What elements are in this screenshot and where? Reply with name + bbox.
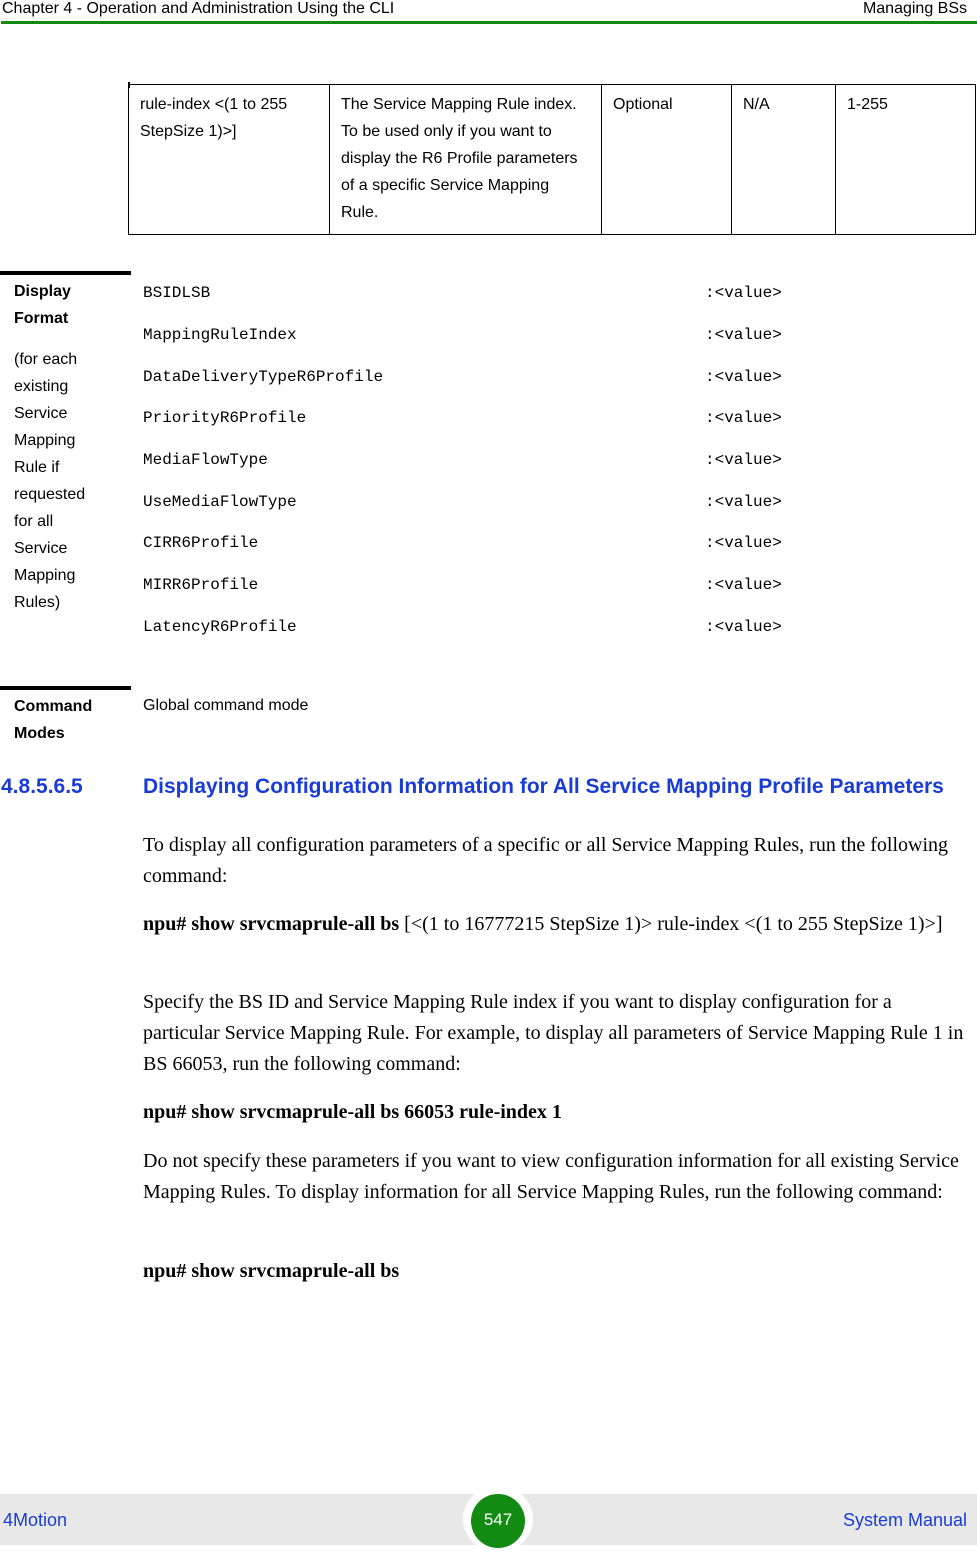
page-footer: 4Motion 547 System Manual	[0, 1486, 977, 1552]
parameter-table: rule-index <(1 to 255 StepSize 1)>] The …	[128, 84, 976, 235]
section-name: Managing BSs	[862, 0, 967, 17]
specify-paragraph: Specify the BS ID and Service Mapping Ru…	[143, 991, 964, 1075]
command-modes-heading: Command Modes	[14, 698, 93, 742]
command-syntax: npu# show srvcmaprule-all bs [<(1 to 167…	[143, 909, 973, 940]
field-name: BSIDLSB	[143, 284, 211, 302]
field-value: :<value>	[705, 284, 782, 302]
example-command-text: npu# show srvcmaprule-all bs 66053 rule-…	[143, 1101, 562, 1123]
field-value: :<value>	[705, 368, 782, 386]
field-value: :<value>	[705, 326, 782, 344]
product-name: 4Motion	[3, 1510, 68, 1530]
display-format-sublabel: (for each existing Service Mapping Rule …	[14, 351, 86, 611]
field-name: UseMediaFlowType	[143, 493, 297, 511]
field-value: :<value>	[705, 451, 782, 469]
do-not-specify-paragraph: Do not specify these parameters if you w…	[143, 1150, 959, 1203]
field-name: MIRR6Profile	[143, 576, 259, 594]
field-name: LatencyR6Profile	[143, 618, 297, 636]
field-value: :<value>	[705, 576, 782, 594]
param-name-cell: rule-index <(1 to 255 StepSize 1)>]	[128, 84, 330, 235]
param-range-cell: 1-255	[835, 84, 976, 235]
table-row: rule-index <(1 to 255 StepSize 1)>] The …	[128, 84, 976, 235]
command-syntax-bold: npu# show srvcmaprule-all bs	[143, 913, 400, 935]
field-name: CIRR6Profile	[143, 534, 259, 552]
field-name: MediaFlowType	[143, 451, 268, 469]
field-name: PriorityR6Profile	[143, 409, 307, 427]
display-format-heading: Display Format	[14, 283, 71, 327]
page-header: Chapter 4 - Operation and Administration…	[0, 0, 977, 24]
example-command: npu# show srvcmaprule-all bs 66053 rule-…	[143, 1097, 973, 1128]
field-value: :<value>	[705, 534, 782, 552]
section-title: Displaying Configuration Information for…	[143, 775, 944, 798]
field-name: MappingRuleIndex	[143, 326, 297, 344]
command-modes-divider	[0, 686, 131, 690]
section-number: 4.8.5.6.5	[1, 775, 83, 798]
all-command-text: npu# show srvcmaprule-all bs	[143, 1260, 400, 1282]
param-presence-cell: Optional	[601, 84, 732, 235]
chapter-title: Chapter 4 - Operation and Administration…	[2, 0, 395, 17]
intro-paragraph: To display all configuration parameters …	[143, 834, 949, 887]
field-value: :<value>	[705, 409, 782, 427]
field-name: DataDeliveryTypeR6Profile	[143, 368, 384, 386]
display-format-divider	[0, 271, 131, 275]
field-value: :<value>	[705, 618, 782, 636]
command-modes-value: Global command mode	[143, 697, 309, 714]
display-format-label: Display Format (for each existing Servic…	[14, 278, 124, 616]
all-command: npu# show srvcmaprule-all bs	[143, 1256, 973, 1287]
param-default-cell: N/A	[731, 84, 836, 235]
page-number: 547	[471, 1494, 525, 1548]
param-description-cell: The Service Mapping Rule index. To be us…	[329, 84, 602, 235]
command-modes-label: Command Modes	[14, 693, 114, 747]
field-value: :<value>	[705, 493, 782, 511]
manual-name: System Manual	[842, 1510, 967, 1530]
command-syntax-args: [<(1 to 16777215 StepSize 1)> rule-index…	[399, 913, 943, 935]
header-divider	[1, 21, 977, 24]
